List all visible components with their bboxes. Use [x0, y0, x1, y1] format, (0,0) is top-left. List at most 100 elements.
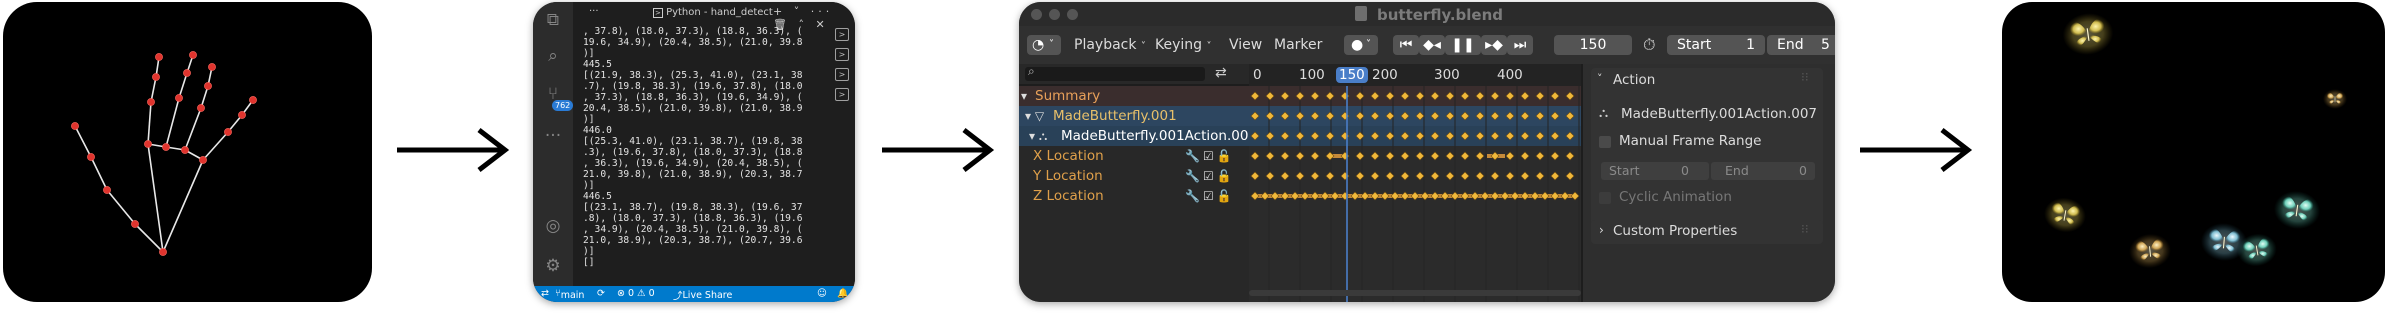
editor-type-dropdown[interactable]: ◔ ˅ — [1027, 35, 1061, 55]
butterfly-icon — [2322, 89, 2348, 109]
hand-bone-line — [147, 143, 164, 253]
hand-landmark-point — [87, 153, 95, 161]
drag-handle-icon[interactable]: ⁝⁝ — [1801, 222, 1809, 236]
view-menu[interactable]: View — [1229, 35, 1262, 55]
terminal-title-text: Python - hand_detect — [666, 7, 773, 18]
custom-properties-label: Custom Properties — [1613, 223, 1738, 239]
channel-modifier-lock-icons[interactable]: 🔧☑🔓 — [1185, 186, 1235, 206]
chevron-down-icon[interactable]: ˅ — [1597, 72, 1603, 85]
playback-menu[interactable]: Playback ˅ — [1074, 35, 1146, 55]
window-titlebar: butterfly.blend — [1019, 2, 1835, 26]
terminal-instance-icon[interactable]: > — [835, 48, 849, 61]
terminal-instance-icon[interactable]: > — [835, 88, 849, 101]
prev-keyframe-button[interactable]: ◆◂ — [1419, 35, 1445, 55]
zoom-window-button[interactable] — [1067, 9, 1078, 20]
pause-button[interactable]: ❚❚ — [1445, 35, 1481, 55]
terminal-line: 445.5 — [583, 59, 612, 70]
current-frame-field[interactable]: 150 — [1554, 35, 1632, 55]
account-icon[interactable]: ◎ — [543, 216, 563, 236]
action-start-field[interactable]: Start 0 — [1601, 162, 1709, 180]
timeline-header: ◔ ˅ Playback ˅ Keying ˅ View Marker ● ˅ … — [1019, 26, 1835, 64]
branch-indicator[interactable]: ⑂ main — [555, 288, 584, 301]
channel-row[interactable]: ▾ Summary — [1019, 86, 1249, 106]
hand-landmark-point — [175, 94, 183, 102]
right-arrow-icon — [1860, 128, 1973, 172]
chevron-right-icon: › — [1599, 223, 1604, 237]
keyframe-canvas[interactable] — [1249, 64, 1581, 302]
search-icon: ⌕ — [1028, 64, 1035, 78]
hand-bone-line — [165, 97, 180, 148]
search-icon[interactable]: ⌕ — [543, 46, 563, 66]
hand-landmark-point — [199, 156, 207, 164]
terminal-line: 19.6, 34.9), (20.4, 38.5), (21.0, 39.8 — [583, 37, 803, 48]
action-icon[interactable]: ▾ ⛬ — [1029, 126, 1047, 146]
channel-row[interactable]: ▾ ▽ MadeButterfly.001 — [1019, 106, 1249, 126]
channel-label: Summary — [1035, 88, 1101, 104]
action-end-label: End — [1725, 163, 1749, 178]
remote-icon[interactable]: ⇄ — [541, 288, 549, 299]
terminal-instance-icon[interactable]: > — [835, 28, 849, 41]
cyclic-animation-checkbox[interactable] — [1599, 192, 1611, 204]
custom-properties-section[interactable]: › Custom Properties ⁝⁝ — [1591, 220, 1823, 244]
channel-row[interactable]: ▾ ⛬ MadeButterfly.001Action.007 — [1019, 126, 1257, 146]
hand-landmark-point — [249, 96, 257, 104]
auto-keying-dropdown[interactable]: ● ˅ — [1344, 35, 1378, 55]
clock-editor-icon: ◔ — [1032, 37, 1045, 53]
action-section-header[interactable]: Action — [1613, 72, 1655, 88]
channel-row[interactable]: Z Location 🔧☑🔓 — [1019, 186, 1249, 206]
channel-modifier-lock-icons[interactable]: 🔧☑🔓 — [1185, 146, 1235, 166]
action-section: ˅ Action ⁝⁝ ⛬ MadeButterfly.001Action.00… — [1591, 68, 1823, 228]
terminal-instance-icon[interactable]: > — [835, 68, 849, 81]
terminal-overflow-menu[interactable]: ··· — [589, 6, 599, 17]
notifications-bell-icon[interactable]: 🔔 — [837, 288, 849, 299]
stopwatch-icon[interactable]: ⏱ — [1643, 35, 1655, 55]
minimize-window-button[interactable] — [1049, 9, 1060, 20]
hand-bone-line — [74, 125, 92, 158]
close-window-button[interactable] — [1031, 9, 1042, 20]
object-icon[interactable]: ▾ ▽ — [1025, 106, 1044, 126]
playback-label: Playback — [1074, 37, 1137, 53]
drag-handle-icon[interactable]: ⁝⁝ — [1801, 70, 1809, 84]
channel-list: ▾ Summary ▾ ▽ MadeButterfly.001 ▾ ⛬ MadeButte… — [1019, 86, 1257, 302]
butterfly-icon — [2273, 191, 2321, 229]
manual-frame-range-label: Manual Frame Range — [1619, 133, 1762, 149]
next-keyframe-button[interactable]: ▸◆ — [1481, 35, 1507, 55]
hand-landmark-point — [147, 98, 155, 106]
channel-search-bar: ⌕ ⇄ — [1019, 64, 1249, 84]
channel-row[interactable]: Y Location 🔧☑🔓 — [1019, 166, 1249, 186]
jump-to-start-button[interactable]: ⏮ — [1393, 35, 1419, 55]
marker-menu[interactable]: Marker — [1274, 35, 1322, 55]
chevron-down-icon: ˅ — [1140, 41, 1146, 52]
vscode-window: ⧉ ⌕ ⑂ 762 ··· ◎ ⚙ ··· > Python - hand_de… — [533, 2, 855, 302]
end-frame-field[interactable]: End 5 — [1767, 35, 1835, 55]
more-icon[interactable]: ··· — [543, 126, 563, 146]
jump-to-end-button[interactable]: ⏭ — [1507, 35, 1533, 55]
swap-filter-icon[interactable]: ⇄ — [1215, 65, 1227, 81]
terminal-line: .3), (19.6, 37.8), (18.0, 37.3), (18.8 — [583, 147, 803, 158]
action-name[interactable]: MadeButterfly.001Action.007 — [1621, 106, 1817, 122]
end-value: 5 — [1821, 37, 1830, 53]
problems-indicator[interactable]: ⊗ 0 ⚠ 0 — [617, 288, 655, 299]
dopesheet-timeline[interactable]: 0 100 150 200 300 400 — [1249, 64, 1581, 302]
terminal-line: [(23.1, 38.7), (19.8, 38.3), (19.6, 37 — [583, 202, 803, 213]
action-end-field[interactable]: End 0 — [1711, 162, 1815, 180]
start-frame-field[interactable]: Start 1 — [1667, 35, 1765, 55]
sync-icon[interactable]: ⟳ — [597, 288, 605, 299]
terminal-line: )] — [583, 48, 595, 59]
prev-keyframe-icon: ◆◂ — [1423, 37, 1441, 53]
timeline-scrollbar[interactable] — [1249, 290, 1581, 296]
channel-search-input[interactable]: ⌕ — [1025, 64, 1205, 81]
channel-modifier-lock-icons[interactable]: 🔧☑🔓 — [1185, 166, 1235, 186]
manual-frame-range-checkbox[interactable] — [1599, 136, 1611, 148]
feedback-icon[interactable]: ☺ — [817, 288, 827, 299]
live-share-button[interactable]: ⤴ Live Share — [673, 288, 732, 302]
terminal-tab-title[interactable]: > Python - hand_detect — [653, 7, 773, 18]
explorer-icon[interactable]: ⧉ — [543, 10, 563, 30]
keying-menu[interactable]: Keying ˅ — [1155, 35, 1211, 55]
terminal-icon: > — [653, 8, 663, 18]
expand-arrow-icon[interactable]: ▾ — [1021, 86, 1027, 106]
channel-row[interactable]: X Location 🔧☑🔓 — [1019, 146, 1249, 166]
pause-icon: ❚❚ — [1451, 37, 1475, 53]
settings-gear-icon[interactable]: ⚙ — [543, 256, 563, 276]
action-properties-panel: ˅ Action ⁝⁝ ⛬ MadeButterfly.001Action.00… — [1583, 64, 1835, 302]
